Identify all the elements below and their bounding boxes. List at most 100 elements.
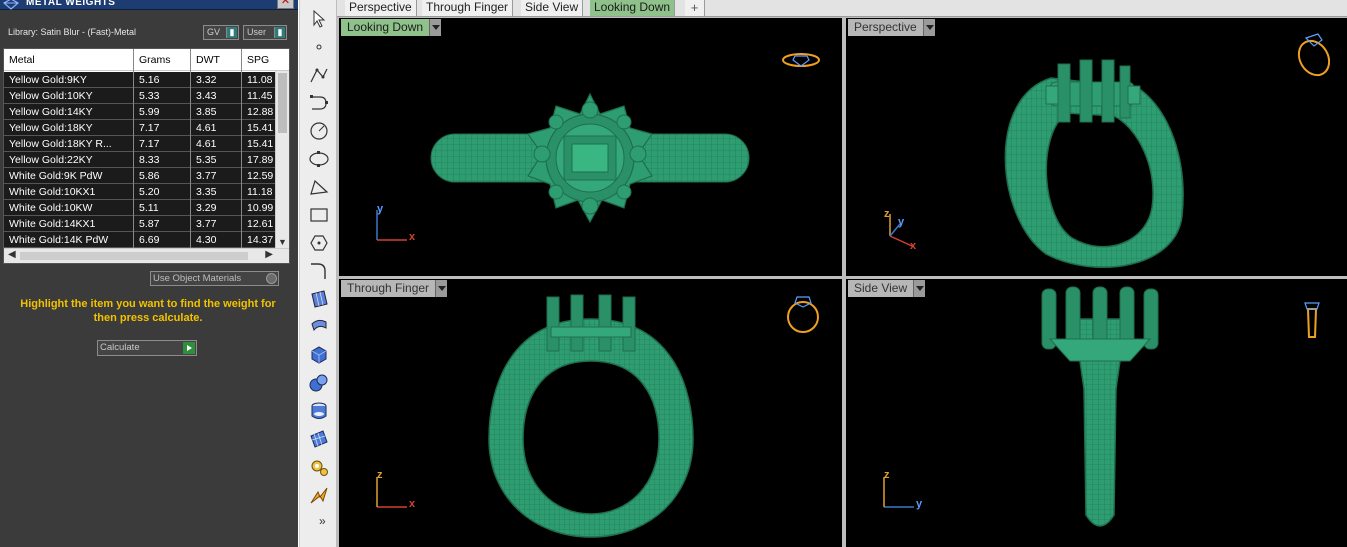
scroll-right-icon[interactable]: ▶: [265, 249, 273, 260]
grams-cell: 5.11: [139, 202, 159, 214]
fillet-icon[interactable]: [308, 260, 330, 282]
polyline-icon[interactable]: [308, 64, 330, 86]
polygon-icon[interactable]: [308, 232, 330, 254]
viewport-through-finger[interactable]: z x Through Finger: [339, 279, 842, 547]
table-row[interactable]: White Gold:9K PdW 5.86 3.77 12.59: [4, 168, 277, 184]
metal-cell: Yellow Gold:18KY: [9, 122, 93, 134]
chevron-down-icon[interactable]: [435, 280, 448, 297]
logo-icon: [3, 0, 19, 10]
viewport-title-looking-down[interactable]: Looking Down: [341, 19, 442, 36]
ellipse-icon[interactable]: [308, 148, 330, 170]
metal-cell: Yellow Gold:14KY: [9, 106, 93, 118]
metal-weights-panel: METAL WEIGHTS ✕ Library: Satin Blur - (F…: [0, 0, 298, 547]
table-row[interactable]: White Gold:14KX1 5.87 3.77 12.61: [4, 216, 277, 232]
table-row[interactable]: Yellow Gold:9KY 5.16 3.32 11.08: [4, 72, 277, 88]
scroll-down-icon[interactable]: ▼: [278, 237, 287, 247]
table-row[interactable]: White Gold:10KX1 5.20 3.35 11.18: [4, 184, 277, 200]
viewport-perspective[interactable]: z y x Perspective: [846, 18, 1347, 276]
dwt-cell: 3.85: [196, 106, 217, 118]
add-tab-button[interactable]: +: [685, 0, 705, 16]
chevron-down-icon[interactable]: [913, 280, 926, 297]
viewport-grid: y x Looking Down z y x Perspective z x T…: [337, 17, 1347, 547]
arc-icon[interactable]: [308, 176, 330, 198]
user-toggle[interactable]: User ▮: [243, 25, 287, 40]
grams-cell: 7.17: [139, 138, 160, 150]
header-spg[interactable]: SPG: [247, 52, 269, 68]
close-button[interactable]: ✕: [277, 0, 294, 9]
lightning-icon[interactable]: [308, 484, 330, 506]
header-dwt[interactable]: DWT: [196, 52, 220, 68]
table-vertical-scrollbar[interactable]: ▼: [275, 71, 289, 249]
header-grams[interactable]: Grams: [139, 52, 171, 68]
calculate-button[interactable]: Calculate: [97, 340, 197, 356]
cylinder-icon[interactable]: [308, 400, 330, 422]
tab-through-finger[interactable]: Through Finger: [422, 0, 514, 16]
gear-icon[interactable]: [308, 456, 330, 478]
viewport-title-through-finger[interactable]: Through Finger: [341, 280, 448, 297]
scroll-left-icon[interactable]: ◀: [8, 249, 16, 260]
gv-toggle[interactable]: GV ▮: [203, 25, 239, 40]
viewport-title-label: Perspective: [854, 20, 917, 34]
select-arrow-icon[interactable]: [308, 8, 330, 30]
table-row[interactable]: Yellow Gold:10KY 5.33 3.43 11.45: [4, 88, 277, 104]
use-object-materials-toggle[interactable]: Use Object Materials: [150, 271, 279, 286]
tab-side-view[interactable]: Side View: [521, 0, 584, 16]
table-row[interactable]: White Gold:10KW 5.11 3.29 10.99: [4, 200, 277, 216]
metal-cell: White Gold:10KW: [9, 202, 93, 214]
point-icon[interactable]: [308, 36, 330, 58]
metal-cell: Yellow Gold:22KY: [9, 154, 93, 166]
dwt-cell: 3.43: [196, 90, 217, 102]
table-row[interactable]: Yellow Gold:18KY R... 7.17 4.61 15.41: [4, 136, 277, 152]
axis-label-vertical: z: [884, 208, 890, 220]
viewport-title-side-view[interactable]: Side View: [848, 280, 926, 297]
header-metal[interactable]: Metal: [9, 52, 35, 68]
axis-label-horizontal: x: [409, 231, 416, 243]
rectangle-icon[interactable]: [308, 204, 330, 226]
surface-icon[interactable]: [308, 288, 330, 310]
table-header: Metal Grams DWT SPG: [4, 49, 289, 71]
table-row[interactable]: Yellow Gold:14KY 5.99 3.85 12.88: [4, 104, 277, 120]
axis-triad: [883, 477, 914, 508]
tab-perspective[interactable]: Perspective: [345, 0, 417, 16]
more-tools-icon[interactable]: »: [319, 514, 326, 528]
metal-cell: Yellow Gold:10KY: [9, 90, 93, 102]
table-row[interactable]: White Gold:14K PdW 6.69 4.30 14.37: [4, 232, 277, 248]
dwt-cell: 3.77: [196, 170, 217, 182]
scrollbar-thumb[interactable]: [20, 252, 248, 260]
viewport-title-label: Looking Down: [347, 20, 424, 34]
view-gizmo-icon: [1297, 33, 1331, 77]
viewport-side-view[interactable]: z y Side View: [846, 279, 1347, 547]
gv-indicator-icon: ▮: [226, 27, 237, 38]
dwt-cell: 3.29: [196, 202, 217, 214]
circle-icon[interactable]: [308, 120, 330, 142]
dwt-cell: 4.61: [196, 138, 217, 150]
extrude-surface-icon[interactable]: [308, 316, 330, 338]
box-icon[interactable]: [308, 344, 330, 366]
dwt-cell: 4.61: [196, 122, 217, 134]
grams-cell: 8.33: [139, 154, 160, 166]
metal-cell: Yellow Gold:18KY R...: [9, 138, 112, 150]
column-divider: [190, 49, 191, 249]
toggle-indicator-icon: [266, 273, 277, 284]
axis-label-vertical: z: [377, 469, 383, 481]
mesh-icon[interactable]: [308, 428, 330, 450]
view-gizmo-icon: [1304, 302, 1320, 338]
viewport-title-perspective[interactable]: Perspective: [848, 19, 935, 36]
viewport-looking-down[interactable]: y x Looking Down: [339, 18, 842, 276]
curve-icon[interactable]: [308, 92, 330, 114]
chevron-down-icon[interactable]: [429, 19, 442, 36]
panel-header: METAL WEIGHTS: [0, 0, 298, 10]
sphere-icon[interactable]: [308, 372, 330, 394]
axis-label-horizontal: y: [916, 498, 923, 510]
chevron-down-icon[interactable]: [922, 19, 935, 36]
view-gizmo-icon: [782, 53, 820, 67]
table-row[interactable]: Yellow Gold:18KY 7.17 4.61 15.41: [4, 120, 277, 136]
scrollbar-thumb[interactable]: [278, 73, 287, 133]
ring-perspective-view: [889, 33, 1331, 268]
metal-table[interactable]: Metal Grams DWT SPG Yellow Gold:9KY 5.16 3…: [3, 48, 290, 264]
play-icon: [183, 342, 195, 354]
table-horizontal-scrollbar[interactable]: ◀ ▶: [4, 248, 289, 263]
tab-looking-down[interactable]: Looking Down: [590, 0, 676, 16]
grams-cell: 5.20: [139, 186, 160, 198]
table-row[interactable]: Yellow Gold:22KY 8.33 5.35 17.89: [4, 152, 277, 168]
